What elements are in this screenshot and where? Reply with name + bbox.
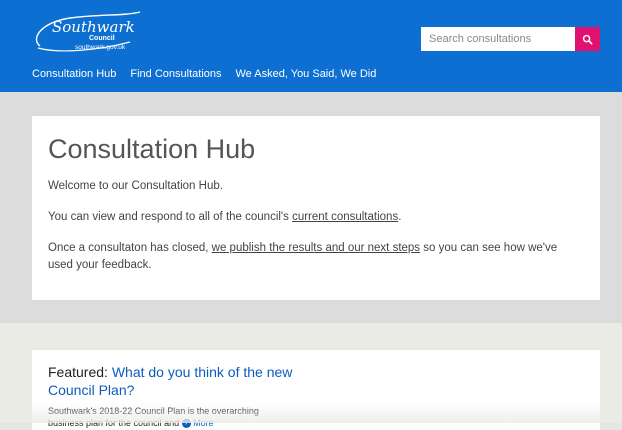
consultation-hub-panel: Consultation Hub Welcome to our Consulta…: [32, 116, 600, 300]
logo-url: southwark.gov.uk: [75, 44, 126, 51]
closed-consultation-text: Once a consultaton has closed, we publis…: [48, 240, 584, 274]
view-respond-text: You can view and respond to all of the c…: [48, 209, 584, 226]
view-respond-text-start: You can view and respond to all of the c…: [48, 211, 293, 223]
southwark-council-logo[interactable]: Southwark Council southwark.gov.uk: [30, 8, 150, 60]
nav-find-consultations[interactable]: Find Consultations: [130, 68, 221, 80]
site-header: Southwark Council southwark.gov.uk Consu…: [0, 0, 622, 92]
featured-label: Featured:: [48, 364, 108, 380]
nav-we-asked-you-said[interactable]: We Asked, You Said, We Did: [236, 68, 377, 80]
closed-text-start: Once a consultaton has closed,: [48, 242, 212, 254]
logo-council-label: Council: [89, 35, 115, 42]
search-bar: [421, 27, 600, 51]
current-consultations-link[interactable]: current consultations: [292, 211, 398, 223]
logo-wordmark: Southwark: [52, 18, 135, 36]
search-button[interactable]: [575, 27, 600, 51]
view-respond-text-end: .: [398, 211, 402, 223]
welcome-text: Welcome to our Consultation Hub.: [48, 180, 223, 192]
featured-heading: Featured: What do you think of the new C…: [48, 363, 308, 399]
publish-results-link[interactable]: we publish the results and our next step…: [212, 242, 420, 254]
nav-consultation-hub[interactable]: Consultation Hub: [32, 68, 116, 80]
search-input[interactable]: [421, 27, 575, 51]
logo-swoosh: Southwark: [35, 11, 141, 52]
page-title: Consultation Hub: [48, 134, 256, 164]
main-nav: Consultation Hub Find Consultations We A…: [32, 68, 390, 80]
search-icon: [582, 34, 593, 44]
scroll-fade: [0, 403, 622, 423]
